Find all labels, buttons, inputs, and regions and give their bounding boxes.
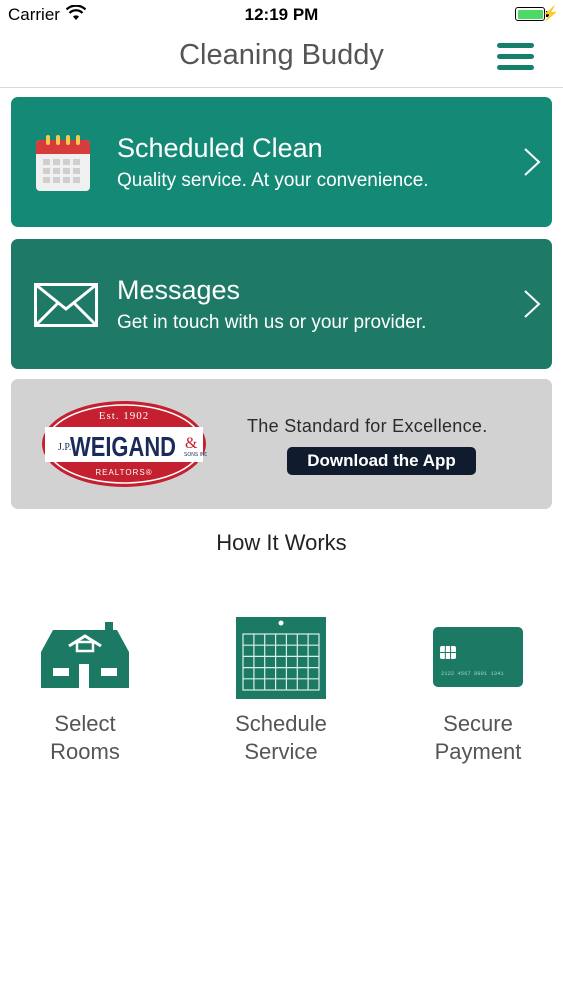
step-select-rooms: Select Rooms — [0, 612, 170, 766]
credit-card-icon: 2122 4567 8901 1341 — [433, 627, 523, 687]
messages-card[interactable]: Messages Get in touch with us or your pr… — [11, 239, 552, 369]
scheduled-clean-card[interactable]: Scheduled Clean Quality service. At your… — [11, 97, 552, 227]
house-icon — [41, 622, 129, 688]
hamburger-menu-icon[interactable] — [497, 43, 534, 71]
card-title: Messages — [117, 275, 241, 305]
card-subtitle: Get in touch with us or your provider. — [117, 312, 427, 333]
step-secure-payment: 2122 4567 8901 1341 Secure Payment — [393, 612, 563, 766]
step-schedule-service: Schedule Service — [196, 612, 366, 766]
calendar-icon — [36, 135, 90, 191]
charging-icon: ⚡ — [541, 5, 559, 21]
svg-text:2122 4567 8901 1341: 2122 4567 8901 1341 — [441, 670, 504, 677]
svg-text:REALTORS®: REALTORS® — [95, 468, 152, 477]
calendar-grid-icon — [236, 617, 326, 699]
svg-text:&: & — [185, 435, 198, 452]
svg-text:SONS INC.: SONS INC. — [184, 452, 207, 458]
ad-tagline: The Standard for Excellence. — [247, 416, 488, 436]
navigation-bar: Cleaning Buddy — [0, 30, 563, 88]
clock: 12:19 PM — [244, 5, 319, 24]
step-label: Secure Payment — [434, 711, 522, 764]
card-title: Scheduled Clean — [117, 133, 323, 163]
chevron-right-icon — [524, 148, 541, 176]
battery-icon — [515, 7, 545, 21]
svg-text:WEIGAND: WEIGAND — [70, 431, 176, 462]
weigand-realtors-logo: Est. 1902 J.P. WEIGAND & SONS INC. REALT… — [42, 401, 207, 487]
step-label: Select Rooms — [50, 711, 120, 764]
card-subtitle: Quality service. At your convenience. — [117, 170, 429, 191]
how-it-works-heading: How It Works — [216, 530, 347, 555]
status-bar: Carrier 12:19 PM ⚡ — [0, 0, 563, 30]
step-label: Schedule Service — [235, 711, 327, 764]
app-title: Cleaning Buddy — [179, 39, 384, 71]
weigand-ad-banner[interactable]: Est. 1902 J.P. WEIGAND & SONS INC. REALT… — [11, 379, 552, 509]
svg-text:Est. 1902: Est. 1902 — [99, 410, 150, 422]
envelope-icon — [34, 283, 98, 327]
download-app-button[interactable]: Download the App — [287, 447, 476, 475]
chevron-right-icon — [524, 290, 541, 318]
